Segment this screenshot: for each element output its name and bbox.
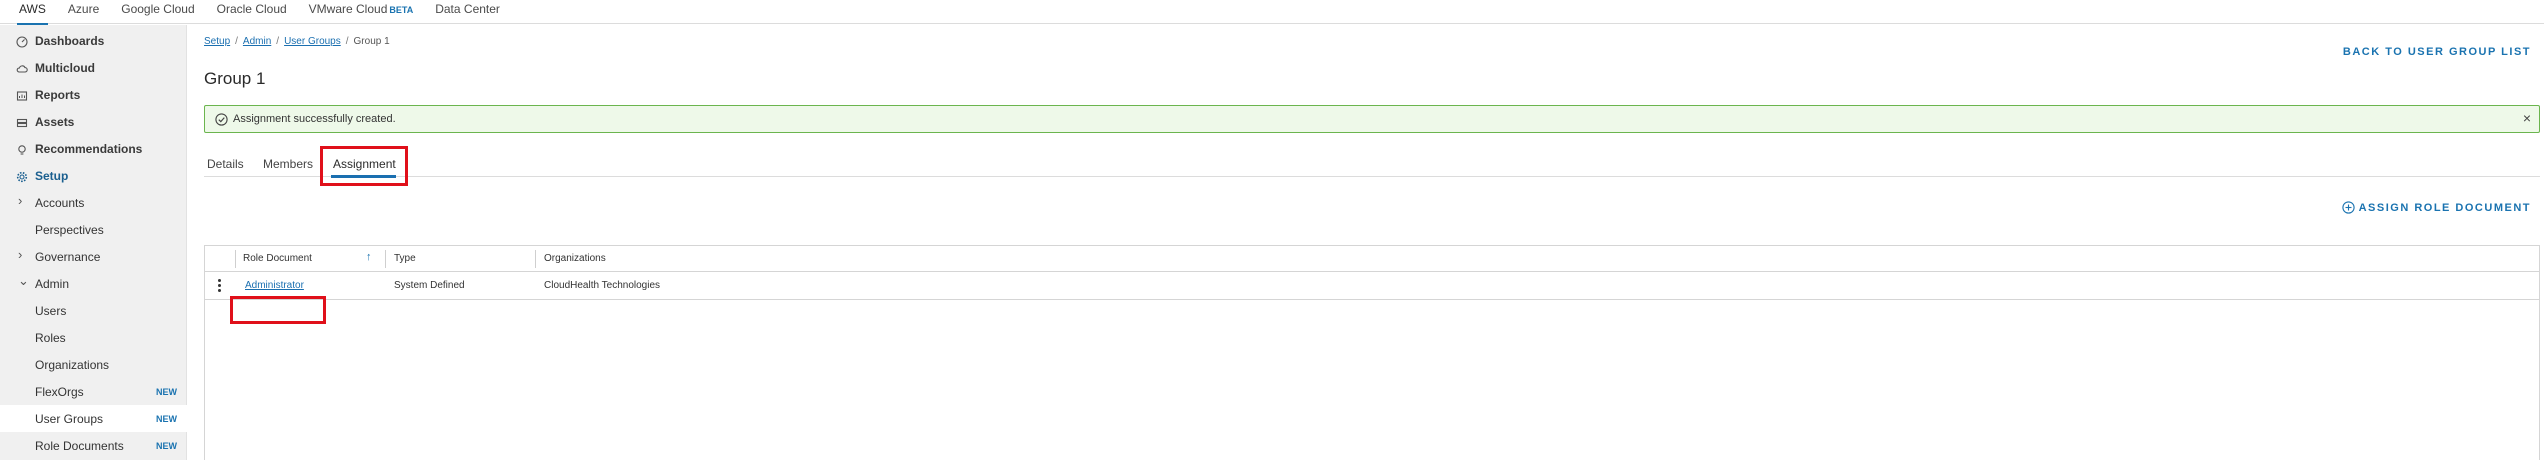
chevron-down-icon: ⌄ bbox=[18, 273, 29, 288]
sidebar-item-users[interactable]: Users bbox=[0, 297, 187, 324]
new-badge: NEW bbox=[156, 413, 177, 424]
cloud-provider-nav: AWS Azure Google Cloud Oracle Cloud VMwa… bbox=[0, 0, 2544, 25]
row-actions-kebab-icon[interactable] bbox=[218, 279, 222, 293]
sidebar-item-user-groups[interactable]: User Groups NEW bbox=[0, 405, 187, 432]
sidebar-item-label: Setup bbox=[35, 168, 69, 183]
gear-icon bbox=[16, 171, 28, 183]
main-content: Setup / Admin / User Groups / Group 1 BACK TO … bbox=[204, 25, 2544, 460]
sidebar-item-label: Roles bbox=[35, 330, 66, 345]
type-cell: System Defined bbox=[394, 280, 465, 291]
breadcrumb-setup[interactable]: Setup bbox=[204, 36, 230, 47]
chevron-right-icon: › bbox=[18, 247, 23, 262]
assets-icon bbox=[16, 118, 28, 128]
sidebar-item-label: Assets bbox=[35, 114, 75, 129]
breadcrumb: Setup / Admin / User Groups / Group 1 bbox=[204, 36, 390, 47]
tab-data-center[interactable]: Data Center bbox=[435, 0, 500, 24]
assign-role-document-button[interactable]: ASSIGN ROLE DOCUMENT bbox=[2341, 201, 2531, 214]
sidebar-item-label: Reports bbox=[35, 87, 81, 102]
plus-circle-icon bbox=[2341, 201, 2355, 214]
sidebar-item-label: Dashboards bbox=[35, 33, 105, 48]
sidebar-item-label: Users bbox=[35, 303, 67, 318]
tab-vmware-cloud-label: VMware Cloud bbox=[308, 2, 388, 16]
sidebar-item-label: Role Documents bbox=[35, 438, 124, 453]
sidebar-item-label: Accounts bbox=[35, 195, 85, 210]
sidebar-item-flexorgs[interactable]: FlexOrgs NEW bbox=[0, 378, 187, 405]
sidebar-item-multicloud[interactable]: Multicloud bbox=[0, 54, 187, 81]
lightbulb-icon bbox=[18, 145, 26, 155]
sidebar-item-governance[interactable]: › Governance bbox=[0, 243, 187, 270]
breadcrumb-admin[interactable]: Admin bbox=[243, 36, 271, 47]
assignment-table: Role Document ↑ Type Organizations Admin… bbox=[204, 245, 2540, 460]
new-badge: NEW bbox=[156, 440, 177, 451]
sidebar-item-label: Admin bbox=[35, 276, 70, 291]
group-tabs: Details Members Assignment bbox=[204, 150, 2540, 177]
breadcrumb-separator: / bbox=[276, 36, 280, 47]
table-row: Administrator System Defined CloudHealth… bbox=[205, 272, 2539, 300]
sidebar-item-label: User Groups bbox=[35, 411, 104, 426]
reports-icon bbox=[16, 91, 28, 101]
cloud-icon bbox=[16, 65, 28, 73]
highlight-box-tab bbox=[320, 146, 408, 186]
tab-details[interactable]: Details bbox=[207, 157, 244, 171]
check-circle-icon bbox=[215, 113, 228, 126]
table-header: Role Document ↑ Type Organizations bbox=[205, 246, 2539, 272]
tab-google-cloud[interactable]: Google Cloud bbox=[121, 0, 194, 24]
back-to-user-group-list-link[interactable]: BACK TO USER GROUP LIST bbox=[2343, 46, 2531, 58]
sidebar-item-organizations[interactable]: Organizations bbox=[0, 351, 187, 378]
beta-badge: BETA bbox=[389, 5, 414, 15]
tab-oracle-cloud[interactable]: Oracle Cloud bbox=[217, 0, 287, 24]
breadcrumb-separator: / bbox=[235, 36, 238, 47]
column-header-role-document[interactable]: Role Document bbox=[243, 253, 312, 264]
sidebar-item-accounts[interactable]: › Accounts bbox=[0, 189, 187, 216]
organizations-cell: CloudHealth Technologies bbox=[544, 280, 661, 291]
sidebar-item-setup[interactable]: Setup bbox=[0, 162, 187, 189]
tab-vmware-cloud[interactable]: VMware Cloud BETA bbox=[309, 0, 414, 24]
sidebar-item-recommendations[interactable]: Recommendations bbox=[0, 135, 187, 162]
sidebar-item-role-documents[interactable]: Role Documents NEW bbox=[0, 432, 187, 459]
sidebar-item-roles[interactable]: Roles bbox=[0, 324, 187, 351]
column-header-organizations[interactable]: Organizations bbox=[544, 253, 606, 264]
success-alert: Assignment successfully created. × bbox=[204, 105, 2540, 133]
alert-message: Assignment successfully created. bbox=[233, 113, 396, 125]
sidebar-item-dashboards[interactable]: Dashboards bbox=[0, 27, 187, 54]
column-divider bbox=[235, 250, 236, 268]
breadcrumb-current: Group 1 bbox=[353, 36, 390, 47]
highlight-box-administrator bbox=[230, 296, 326, 324]
column-divider[interactable] bbox=[385, 250, 386, 268]
breadcrumb-user-groups[interactable]: User Groups bbox=[284, 36, 341, 47]
sidebar-item-reports[interactable]: Reports bbox=[0, 81, 187, 108]
breadcrumb-separator: / bbox=[345, 36, 349, 47]
new-badge: NEW bbox=[156, 386, 177, 397]
role-document-link[interactable]: Administrator bbox=[245, 280, 304, 291]
sidebar-item-label: FlexOrgs bbox=[35, 384, 84, 399]
sidebar-item-assets[interactable]: Assets bbox=[0, 108, 187, 135]
sidebar-item-label: Organizations bbox=[35, 357, 110, 372]
sidebar-item-label: Recommendations bbox=[35, 141, 143, 156]
sidebar-item-label: Perspectives bbox=[35, 222, 104, 237]
sidebar-item-label: Multicloud bbox=[35, 60, 95, 75]
sidebar: Dashboards Multicloud Reports Assets Rec… bbox=[0, 25, 187, 460]
column-header-type[interactable]: Type bbox=[394, 253, 416, 264]
tab-azure[interactable]: Azure bbox=[68, 0, 99, 24]
sidebar-item-perspectives[interactable]: Perspectives bbox=[0, 216, 187, 243]
tab-members[interactable]: Members bbox=[263, 157, 313, 171]
assign-role-document-label: ASSIGN ROLE DOCUMENT bbox=[2358, 201, 2531, 214]
dashboard-icon bbox=[16, 36, 28, 48]
column-divider[interactable] bbox=[535, 250, 536, 268]
tab-aws[interactable]: AWS bbox=[17, 0, 48, 25]
sort-ascending-icon[interactable]: ↑ bbox=[366, 251, 372, 263]
sidebar-item-admin[interactable]: ⌄ Admin bbox=[0, 270, 187, 297]
chevron-right-icon: › bbox=[18, 193, 23, 208]
page-title: Group 1 bbox=[204, 69, 266, 88]
close-icon[interactable]: × bbox=[2523, 110, 2531, 126]
sidebar-item-label: Governance bbox=[35, 249, 101, 264]
